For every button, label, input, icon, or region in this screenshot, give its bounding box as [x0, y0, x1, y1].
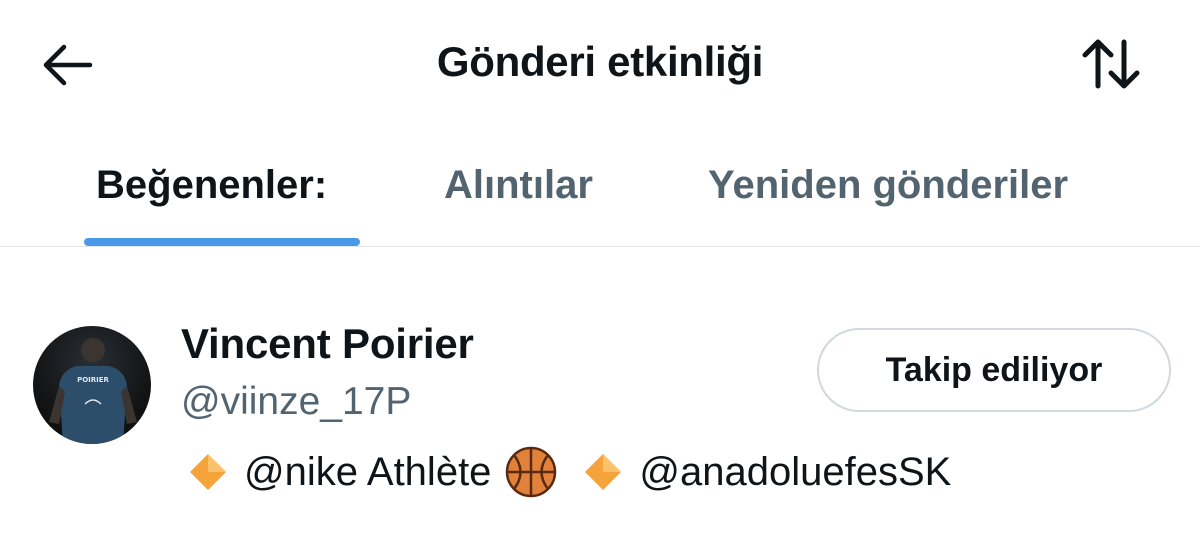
sort-button[interactable] — [1078, 34, 1144, 94]
avatar-photo: POIRIER — [49, 338, 137, 444]
bio-nike-text[interactable]: @nike Athlète — [244, 450, 491, 495]
user-name[interactable]: Vincent Poirier — [181, 320, 474, 368]
tab-bar: Beğenenler: Alıntılar Yeniden gönderiler — [0, 135, 1200, 247]
tab-likes[interactable]: Beğenenler: — [96, 163, 327, 208]
basketball-icon — [506, 446, 557, 498]
sort-arrows-icon — [1082, 39, 1140, 89]
bio-anadoluefes-link[interactable]: @anadoluefesSK — [639, 450, 951, 495]
active-tab-indicator — [84, 238, 360, 246]
page-title: Gönderi etkinliği — [436, 38, 764, 85]
avatar-jersey-text: POIRIER — [77, 376, 109, 384]
orange-diamond-icon — [190, 454, 226, 490]
tab-quotes[interactable]: Alıntılar — [444, 163, 593, 208]
user-bio: @nike Athlète @anadoluefesSK — [188, 446, 951, 498]
tab-divider — [0, 246, 1200, 247]
tab-reposts[interactable]: Yeniden gönderiler — [708, 163, 1068, 208]
orange-diamond-icon — [585, 454, 622, 490]
user-row[interactable]: POIRIER Vincent Poirier @viinze_17P @nik… — [0, 248, 1200, 541]
user-handle: @viinze_17P — [181, 380, 412, 423]
top-bar: Gönderi etkinliği — [0, 0, 1200, 125]
following-button[interactable]: Takip ediliyor — [817, 328, 1171, 412]
avatar[interactable]: POIRIER — [33, 326, 151, 444]
